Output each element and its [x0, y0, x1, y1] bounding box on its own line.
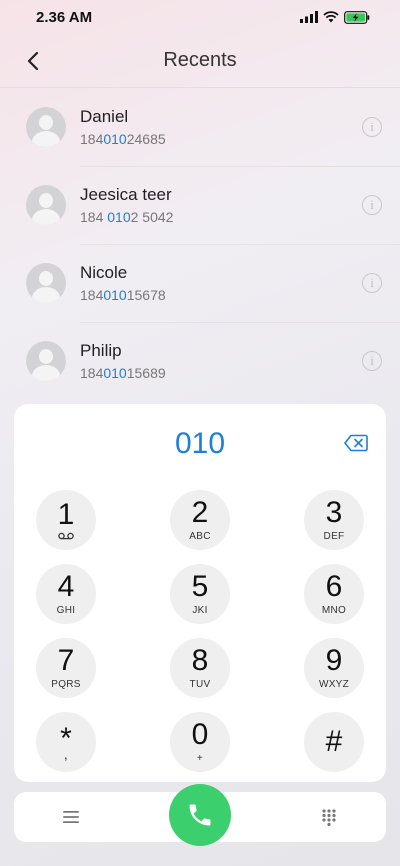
number-match: 010	[107, 208, 131, 225]
key-digit: 8	[191, 643, 209, 677]
contact-number: 18401015689	[80, 363, 362, 383]
key-7[interactable]: 7 PQRS	[36, 638, 96, 698]
chevron-left-icon	[27, 51, 39, 71]
contact-name: Philip	[80, 340, 122, 360]
key-letters: JKI	[192, 604, 208, 616]
key-6[interactable]: 6 MNO	[304, 564, 364, 624]
back-button[interactable]	[18, 46, 48, 76]
key-2[interactable]: 2 ABC	[170, 490, 230, 550]
number-match: 010	[103, 130, 127, 147]
avatar	[26, 341, 66, 381]
contact-name: Daniel	[80, 106, 129, 126]
key-star[interactable]: * ,	[36, 712, 96, 772]
contact-number: 18401024685	[80, 129, 362, 149]
info-icon[interactable]: i	[362, 351, 382, 371]
menu-button[interactable]	[58, 804, 84, 830]
key-digit: 0	[191, 717, 209, 751]
key-hash[interactable]: #	[304, 712, 364, 772]
recent-contact-row[interactable]: Philip 18401015689 i	[0, 322, 400, 400]
key-letters: DEF	[323, 530, 345, 542]
phone-icon	[189, 804, 211, 826]
key-0[interactable]: 0 +	[170, 712, 230, 772]
info-icon[interactable]: i	[362, 273, 382, 293]
recent-contact-row[interactable]: Jeesica teer 184 0102 5042 i	[0, 166, 400, 244]
key-digit: 6	[325, 569, 343, 603]
key-letters: +	[196, 752, 204, 764]
contact-number: 184 0102 5042	[80, 207, 362, 227]
key-digit: 3	[325, 495, 343, 529]
bottom-bar	[14, 784, 386, 846]
number-match: 010	[103, 364, 127, 381]
key-letters: ABC	[189, 530, 211, 542]
battery-charging-icon	[344, 10, 370, 24]
avatar	[26, 263, 66, 303]
key-8[interactable]: 8 TUV	[170, 638, 230, 698]
number-suffix: 2 5042	[130, 208, 174, 225]
number-prefix: 184	[80, 130, 104, 147]
key-letters: MNO	[321, 604, 347, 616]
key-letters: PQRS	[51, 678, 81, 690]
number-prefix: 184	[80, 364, 104, 381]
contact-name: Nicole	[80, 262, 128, 282]
keypad-toggle-button[interactable]	[316, 804, 342, 830]
number-suffix: 15678	[126, 286, 166, 303]
key-digit: 5	[191, 569, 209, 603]
contact-text: Nicole 18401015678	[80, 262, 362, 305]
contact-number: 18401015678	[80, 285, 362, 305]
menu-icon	[63, 811, 79, 823]
key-letters: WXYZ	[318, 678, 350, 690]
number-prefix: 184	[80, 286, 104, 303]
status-time: 2.36 AM	[36, 8, 93, 26]
key-digit: 2	[191, 495, 209, 529]
key-9[interactable]: 9 WXYZ	[304, 638, 364, 698]
recent-contact-row[interactable]: Daniel 18401024685 i	[0, 88, 400, 166]
contact-text: Philip 18401015689	[80, 340, 362, 383]
info-icon[interactable]: i	[362, 195, 382, 215]
avatar	[26, 107, 66, 147]
key-digit: 1	[57, 498, 75, 531]
call-button[interactable]	[169, 784, 231, 846]
contact-text: Daniel 18401024685	[80, 106, 362, 149]
voicemail-icon	[58, 532, 74, 540]
number-match: 010	[103, 286, 127, 303]
header: Recents	[0, 34, 400, 88]
status-bar: 2.36 AM	[0, 0, 400, 34]
wifi-icon	[323, 11, 339, 23]
backspace-button[interactable]	[342, 430, 370, 456]
number-prefix: 184	[80, 208, 108, 225]
key-1[interactable]: 1	[36, 490, 96, 550]
key-digit: 7	[57, 643, 75, 677]
contact-name: Jeesica teer	[80, 184, 172, 204]
status-icons	[300, 10, 370, 24]
key-digit: 4	[57, 569, 75, 603]
recents-list: Daniel 18401024685 i Jeesica teer 184 01…	[0, 88, 400, 400]
page-title: Recents	[163, 49, 237, 71]
key-5[interactable]: 5 JKI	[170, 564, 230, 624]
key-letters: ,	[63, 746, 69, 762]
dialpad: 010 1 2 ABC 3 DEF 4 GHI 5 JKI 6 MNO 7 PQ…	[14, 404, 386, 782]
contact-text: Jeesica teer 184 0102 5042	[80, 184, 362, 227]
recent-contact-row[interactable]: Nicole 18401015678 i	[0, 244, 400, 322]
key-3[interactable]: 3 DEF	[304, 490, 364, 550]
dialed-number[interactable]: 010	[14, 422, 386, 466]
avatar	[26, 185, 66, 225]
number-suffix: 15689	[126, 364, 166, 381]
key-digit: #	[325, 725, 343, 758]
info-icon[interactable]: i	[362, 117, 382, 137]
keypad-icon	[322, 809, 336, 826]
key-4[interactable]: 4 GHI	[36, 564, 96, 624]
signal-icon	[300, 11, 318, 23]
backspace-icon	[344, 434, 368, 452]
key-digit: 9	[325, 643, 343, 677]
key-letters: GHI	[56, 604, 76, 616]
key-letters: TUV	[189, 678, 211, 690]
number-suffix: 24685	[126, 130, 166, 147]
